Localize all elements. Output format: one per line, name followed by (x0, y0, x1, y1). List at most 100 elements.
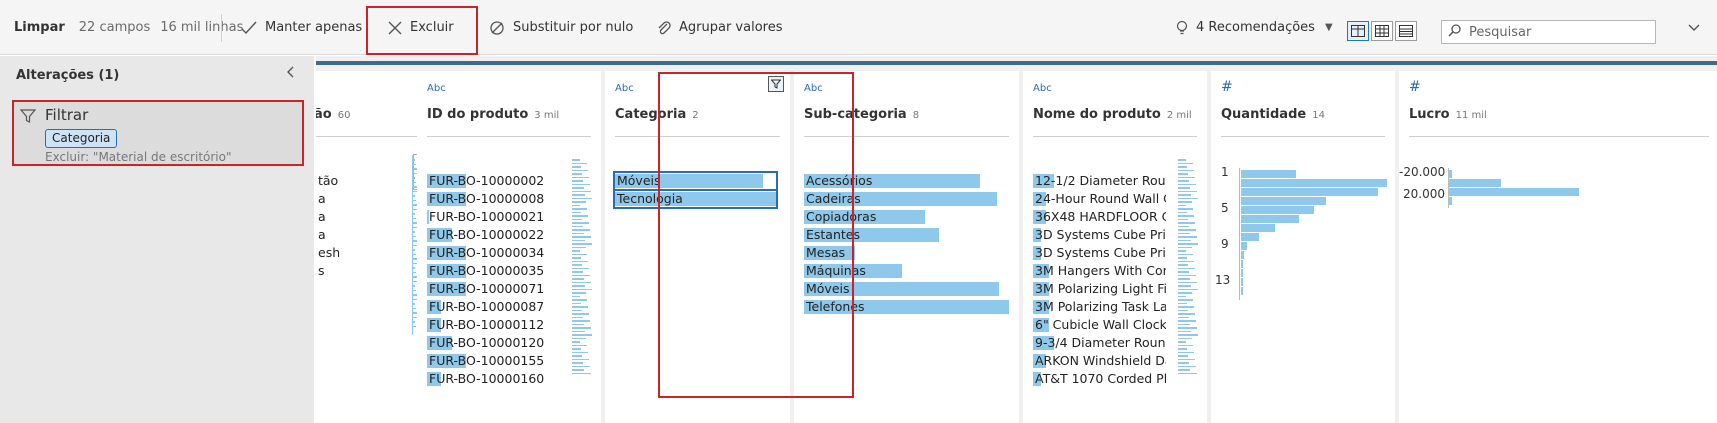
overview-tick (1178, 351, 1194, 353)
overview-tick (1178, 173, 1188, 175)
filter-icon (19, 108, 37, 128)
histogram-bar[interactable] (1241, 215, 1299, 223)
value-row[interactable]: esh (316, 245, 396, 261)
profile-view-button[interactable] (1347, 21, 1369, 41)
exclude-button[interactable]: Excluir (388, 0, 454, 55)
value-label: FUR-BO-10000021 (429, 209, 545, 224)
histogram-bar[interactable] (1241, 206, 1314, 214)
value-row[interactable]: 6" Cubicle Wall Clock, Bla (1033, 317, 1166, 333)
histogram-bar[interactable] (1449, 179, 1501, 187)
value-row[interactable]: FUR-BO-10000034 (427, 245, 563, 261)
table-view-button[interactable] (1371, 21, 1393, 41)
field-pill[interactable]: Categoria (45, 129, 118, 148)
value-row[interactable]: 36X48 HARDFLOOR CHAIR (1033, 209, 1166, 225)
overview-tick (1178, 316, 1189, 318)
step-name: Limpar (14, 20, 65, 35)
value-label: FUR-BO-10000034 (429, 245, 545, 260)
histogram-bar[interactable] (1241, 233, 1259, 241)
histogram-bar[interactable] (1449, 170, 1452, 178)
value-row[interactable]: 24-Hour Round Wall Clock (1033, 191, 1166, 207)
profile-card-product-id[interactable]: Abc ID do produto 3 mil FUR-BO-10000002 FU… (417, 71, 601, 423)
toolbar-divider (221, 14, 222, 42)
value-row[interactable]: a (316, 191, 396, 207)
toolbar: Limpar 22 campos 16 mil linhas Manter ap… (0, 0, 1717, 55)
profile-card-profit[interactable]: # Lucro 11 mil -20.000 20.000 (1399, 71, 1717, 423)
value-row[interactable]: FUR-BO-10000071 (427, 281, 563, 297)
histogram-bar[interactable] (1241, 197, 1326, 205)
histogram-bar[interactable] (1449, 188, 1579, 196)
overview-tick (1178, 278, 1190, 280)
value-label: 3D Systems Cube Printer, (1035, 227, 1166, 242)
recommendations-dropdown[interactable]: 4 Recomendações ▼ (1176, 0, 1333, 55)
histogram-bar[interactable] (1449, 197, 1452, 205)
histogram-bar[interactable] (1241, 251, 1244, 259)
overview-tick (413, 249, 415, 251)
collapse-panel-icon[interactable] (286, 66, 294, 82)
value-row[interactable]: FUR-BO-10000021 (427, 209, 563, 225)
value-row[interactable]: FUR-BO-10000002 (427, 173, 563, 189)
distinct-count: 11 mil (1455, 110, 1487, 121)
value-row[interactable]: AT&T 1070 Corded Phone (1033, 371, 1166, 387)
profile-card-product-name[interactable]: Abc Nome do produto 2 mil 12-1/2 Diameter… (1023, 71, 1207, 423)
value-row[interactable]: FUR-BO-10000120 (427, 335, 563, 351)
value-row[interactable]: a (316, 227, 396, 243)
overview-tick (572, 173, 582, 175)
overview-tick (1178, 327, 1197, 329)
profile-view-icon (1351, 25, 1365, 37)
histogram-bar[interactable] (1241, 170, 1296, 178)
value-row[interactable]: FUR-BO-10000035 (427, 263, 563, 279)
value-row[interactable]: ARKON Windshield Dashb (1033, 353, 1166, 369)
value-row[interactable]: 3D Systems Cube Printer, (1033, 227, 1166, 243)
list-view-icon (1399, 25, 1413, 37)
overview-tick (572, 355, 582, 357)
chevron-down-icon[interactable] (1688, 0, 1700, 55)
list-view-button[interactable] (1395, 21, 1417, 41)
overview-tick (413, 235, 416, 237)
overview-tick (572, 281, 591, 283)
value-row[interactable]: FUR-BO-10000160 (427, 371, 563, 387)
value-row[interactable]: 3D Systems Cube Printer, (1033, 245, 1166, 261)
value-row[interactable]: FUR-BO-10000112 (427, 317, 563, 333)
value-row[interactable]: a (316, 209, 396, 225)
overview-tick (1178, 264, 1188, 266)
value-row[interactable]: FUR-BO-10000155 (427, 353, 563, 369)
value-row[interactable]: FUR-BO-10000008 (427, 191, 563, 207)
histogram-bar[interactable] (1241, 224, 1275, 232)
overview-tick (572, 295, 580, 297)
replace-null-button[interactable]: Substituir por nulo (489, 0, 633, 55)
keep-only-button[interactable]: Manter apenas (241, 0, 362, 55)
value-row[interactable]: s (316, 263, 396, 279)
histogram-bar[interactable] (1241, 188, 1378, 196)
overview-tick (1178, 334, 1198, 336)
histogram-bar[interactable] (1241, 278, 1243, 286)
search-input[interactable]: Pesquisar (1441, 20, 1656, 44)
overview-tick (413, 181, 416, 183)
horizontal-scroll-indicator[interactable] (316, 61, 1717, 65)
value-row[interactable]: 3M Hangers With Comma (1033, 263, 1166, 279)
histogram-bar[interactable] (1241, 179, 1387, 187)
histogram-bar[interactable] (1241, 260, 1243, 268)
axis-tick-label: 5 (1221, 201, 1229, 215)
histogram-bar[interactable] (1241, 242, 1247, 250)
overview-tick (1178, 197, 1198, 199)
overview-tick (572, 215, 588, 217)
profile-card-quantity[interactable]: # Quantidade 14 1 5 9 13 (1211, 71, 1395, 423)
histogram-bar[interactable] (1241, 269, 1243, 277)
value-row[interactable]: 3M Polarizing Task Lamp (1033, 299, 1166, 315)
overview-tick (1178, 222, 1195, 224)
value-row[interactable]: 12-1/2 Diameter Round W (1033, 173, 1166, 189)
value-row[interactable]: tão (316, 173, 396, 189)
value-row[interactable]: 3M Polarizing Light Filter (1033, 281, 1166, 297)
overview-tick (572, 253, 587, 255)
value-row[interactable]: FUR-BO-10000022 (427, 227, 563, 243)
overview-tick (572, 239, 585, 241)
change-item-filter[interactable]: Filtrar Categoria Excluir: "Material de … (12, 100, 304, 166)
value-row[interactable]: 9-3/4 Diameter Round Wa (1033, 335, 1166, 351)
overview-tick (413, 303, 415, 305)
value-label: FUR-BO-10000155 (429, 353, 545, 368)
group-values-button[interactable]: Agrupar valores (657, 0, 782, 55)
value-row[interactable]: FUR-BO-10000087 (427, 299, 563, 315)
overview-tick (572, 225, 583, 227)
histogram-bar[interactable] (1241, 287, 1243, 295)
overview-tick (1178, 299, 1193, 301)
